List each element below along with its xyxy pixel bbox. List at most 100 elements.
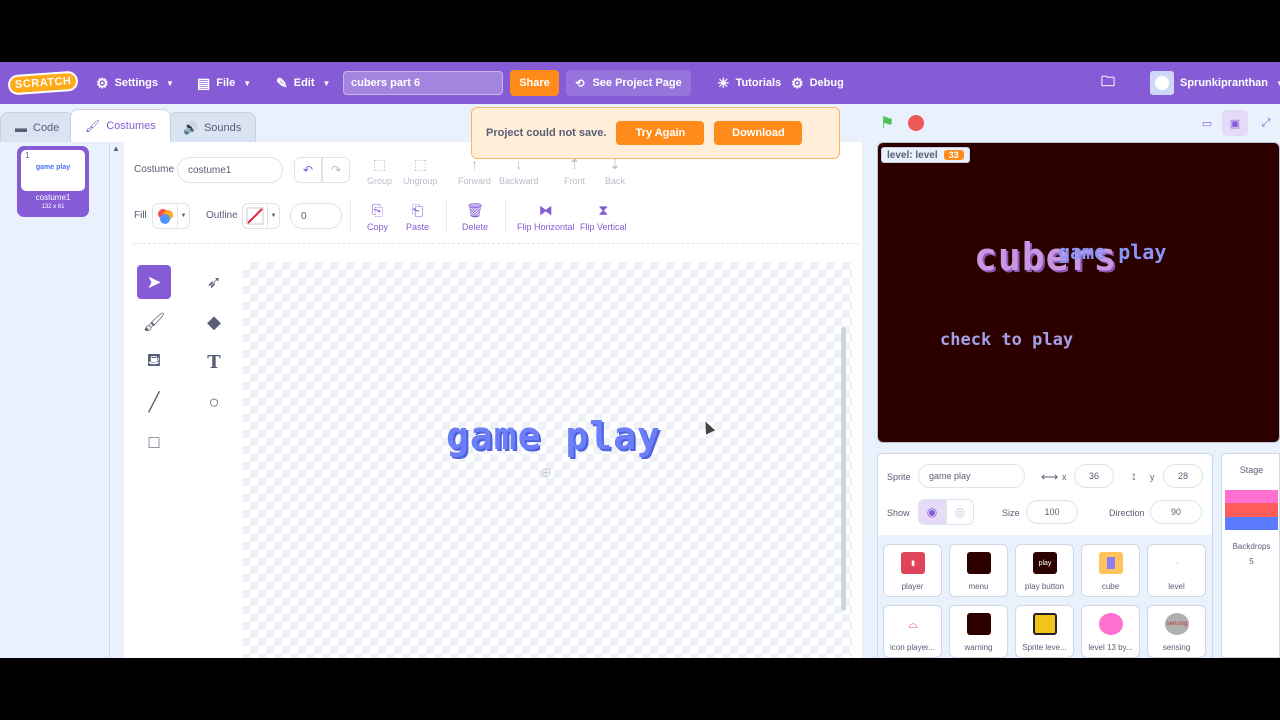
tab-costumes[interactable]: 🖌 Costumes bbox=[70, 109, 171, 142]
costume-name: costume1 bbox=[35, 193, 71, 202]
file-icon: ▤ bbox=[197, 74, 211, 91]
download-button[interactable]: Download bbox=[714, 121, 803, 145]
circle-tool[interactable]: ○ bbox=[197, 385, 231, 419]
stage-selector[interactable]: Stage Backdrops 5 bbox=[1221, 453, 1280, 658]
chevron-down-icon: ▼ bbox=[177, 204, 189, 228]
sprite-tile[interactable]: ▮ player bbox=[883, 544, 942, 597]
stage[interactable]: level: level 33 cubers game play check t… bbox=[877, 142, 1280, 443]
small-stage-icon: ▭ bbox=[1201, 117, 1213, 130]
y-input[interactable]: 28 bbox=[1163, 464, 1203, 488]
fill-icon: ⛾ bbox=[146, 350, 162, 370]
costume-item[interactable]: 1 game play costume1 132 x 61 bbox=[17, 146, 89, 217]
sprite-thumbnail bbox=[1033, 613, 1057, 635]
size-input[interactable]: 100 bbox=[1026, 500, 1078, 524]
ungroup-button[interactable]: ⬚ Ungroup bbox=[403, 155, 438, 186]
chevron-down-icon: ▼ bbox=[322, 78, 331, 88]
show-hidden-button[interactable]: ◎ bbox=[946, 499, 974, 525]
tutorials-button[interactable]: ☀ Tutorials bbox=[717, 62, 781, 104]
debug-button[interactable]: ⚙ Debug bbox=[791, 62, 844, 104]
small-stage-button[interactable]: ▭ bbox=[1194, 110, 1220, 136]
pencil-icon: ✎ bbox=[276, 74, 288, 91]
divider bbox=[446, 201, 447, 231]
stop-icon[interactable] bbox=[908, 115, 924, 131]
sprite-thumbnail: · bbox=[1165, 552, 1189, 574]
fill-label: Fill bbox=[134, 210, 147, 221]
select-icon: ➤ bbox=[146, 271, 162, 292]
toolbar-divider bbox=[133, 243, 859, 244]
scratch-logo[interactable]: SCRATCH bbox=[7, 62, 80, 104]
avatar bbox=[1150, 71, 1174, 95]
account-menu[interactable]: Sprunkipranthan ▼ bbox=[1150, 62, 1280, 104]
forward-button[interactable]: ↑ Forward bbox=[458, 155, 491, 186]
flip-vertical-button[interactable]: ⧗ Flip Vertical bbox=[580, 201, 627, 232]
normal-stage-button[interactable]: ▣ bbox=[1222, 110, 1248, 136]
code-icon: ▬ bbox=[15, 120, 27, 135]
sprite-tile[interactable]: warning bbox=[949, 605, 1008, 658]
trash-icon: 🗑 bbox=[466, 202, 484, 218]
text-tool[interactable]: T bbox=[197, 345, 231, 379]
paste-icon: ⎗ bbox=[411, 202, 424, 218]
sprite-name-input[interactable]: game play bbox=[918, 464, 1025, 488]
costume-size: 132 x 61 bbox=[41, 204, 65, 210]
share-button[interactable]: Share bbox=[510, 70, 559, 96]
speaker-icon: 🔊 bbox=[183, 120, 198, 135]
rectangle-tool[interactable]: □ bbox=[137, 425, 171, 459]
sprite-tile[interactable]: · level bbox=[1147, 544, 1206, 597]
redo-button[interactable]: ↷ bbox=[322, 157, 350, 183]
flip-horizontal-icon: ⧓ bbox=[538, 202, 553, 218]
fill-color-picker[interactable]: ▼ bbox=[152, 203, 190, 229]
show-toggle-group: ◉ ◎ bbox=[918, 499, 974, 525]
try-again-button[interactable]: Try Again bbox=[616, 121, 705, 145]
delete-button[interactable]: 🗑 Delete bbox=[462, 201, 488, 232]
sprite-thumbnail: ⌓ bbox=[901, 613, 925, 635]
variable-monitor[interactable]: level: level 33 bbox=[881, 147, 970, 163]
file-menu[interactable]: ▤ File ▼ bbox=[197, 62, 251, 104]
show-visible-button[interactable]: ◉ bbox=[918, 499, 946, 525]
paste-button[interactable]: ⎗ Paste bbox=[406, 201, 429, 232]
copy-button[interactable]: ⎘ Copy bbox=[367, 201, 388, 232]
select-tool[interactable]: ➤ bbox=[137, 265, 171, 299]
front-button[interactable]: ⇡ Front bbox=[564, 155, 585, 186]
eye-icon: ◉ bbox=[926, 505, 938, 519]
scroll-up-arrow[interactable]: ▲ bbox=[112, 144, 120, 153]
text-icon: T bbox=[207, 351, 221, 373]
costume-label: Costume bbox=[134, 164, 175, 175]
fullscreen-button[interactable]: ⤢ bbox=[1253, 110, 1279, 136]
sprite-tile[interactable]: cube bbox=[1081, 544, 1140, 597]
sprite-tile[interactable]: Sprite leve... bbox=[1015, 605, 1074, 658]
outline-color-picker[interactable]: ▼ bbox=[242, 203, 280, 229]
my-stuff-button[interactable]: 🗀 bbox=[1101, 62, 1115, 104]
edit-menu[interactable]: ✎ Edit ▼ bbox=[276, 62, 330, 104]
canvas-scrollbar[interactable] bbox=[841, 327, 846, 611]
eye-off-icon: ◎ bbox=[954, 505, 966, 519]
fill-tool[interactable]: ⛾ bbox=[137, 345, 171, 379]
tab-sounds[interactable]: 🔊 Sounds bbox=[168, 112, 257, 142]
flip-horizontal-button[interactable]: ⧓ Flip Horizontal bbox=[517, 201, 575, 232]
tab-code[interactable]: ▬ Code bbox=[0, 112, 75, 142]
sprite-tile[interactable]: ⌓ icon player... bbox=[883, 605, 942, 658]
settings-menu[interactable]: ⚙ Settings ▼ bbox=[96, 62, 174, 104]
circle-icon: ○ bbox=[208, 391, 220, 412]
direction-input[interactable]: 90 bbox=[1150, 500, 1202, 524]
sprite-tile[interactable]: level 13 by... bbox=[1081, 605, 1140, 658]
sprite-tile[interactable]: menu bbox=[949, 544, 1008, 597]
x-input[interactable]: 36 bbox=[1074, 464, 1114, 488]
project-title-input[interactable]: cubers part 6 bbox=[343, 71, 503, 95]
chevron-down-icon: ▼ bbox=[267, 204, 279, 228]
sprite-tile[interactable]: play play button bbox=[1015, 544, 1074, 597]
see-project-page-button[interactable]: ⟲ See Project Page bbox=[566, 70, 691, 96]
group-button[interactable]: ⬚ Group bbox=[367, 155, 392, 186]
brush-tool[interactable]: 🖌 bbox=[137, 305, 171, 339]
sprite-tile[interactable]: sensing sensing bbox=[1147, 605, 1206, 658]
costume-name-input[interactable]: costume1 bbox=[177, 157, 283, 183]
line-tool[interactable]: ╱ bbox=[137, 385, 171, 419]
eraser-tool[interactable]: ◆ bbox=[197, 305, 231, 339]
outline-width-input[interactable]: 0 bbox=[290, 203, 342, 229]
backward-button[interactable]: ↓ Backward bbox=[499, 155, 539, 186]
reshape-tool[interactable]: ➶ bbox=[197, 265, 231, 299]
undo-button[interactable]: ↶ bbox=[294, 157, 322, 183]
green-flag-icon[interactable]: ⚑ bbox=[880, 113, 894, 133]
back-button[interactable]: ⇣ Back bbox=[605, 155, 625, 186]
fill-swatch bbox=[153, 204, 177, 228]
paint-canvas[interactable]: game play ⊕ bbox=[242, 262, 852, 658]
